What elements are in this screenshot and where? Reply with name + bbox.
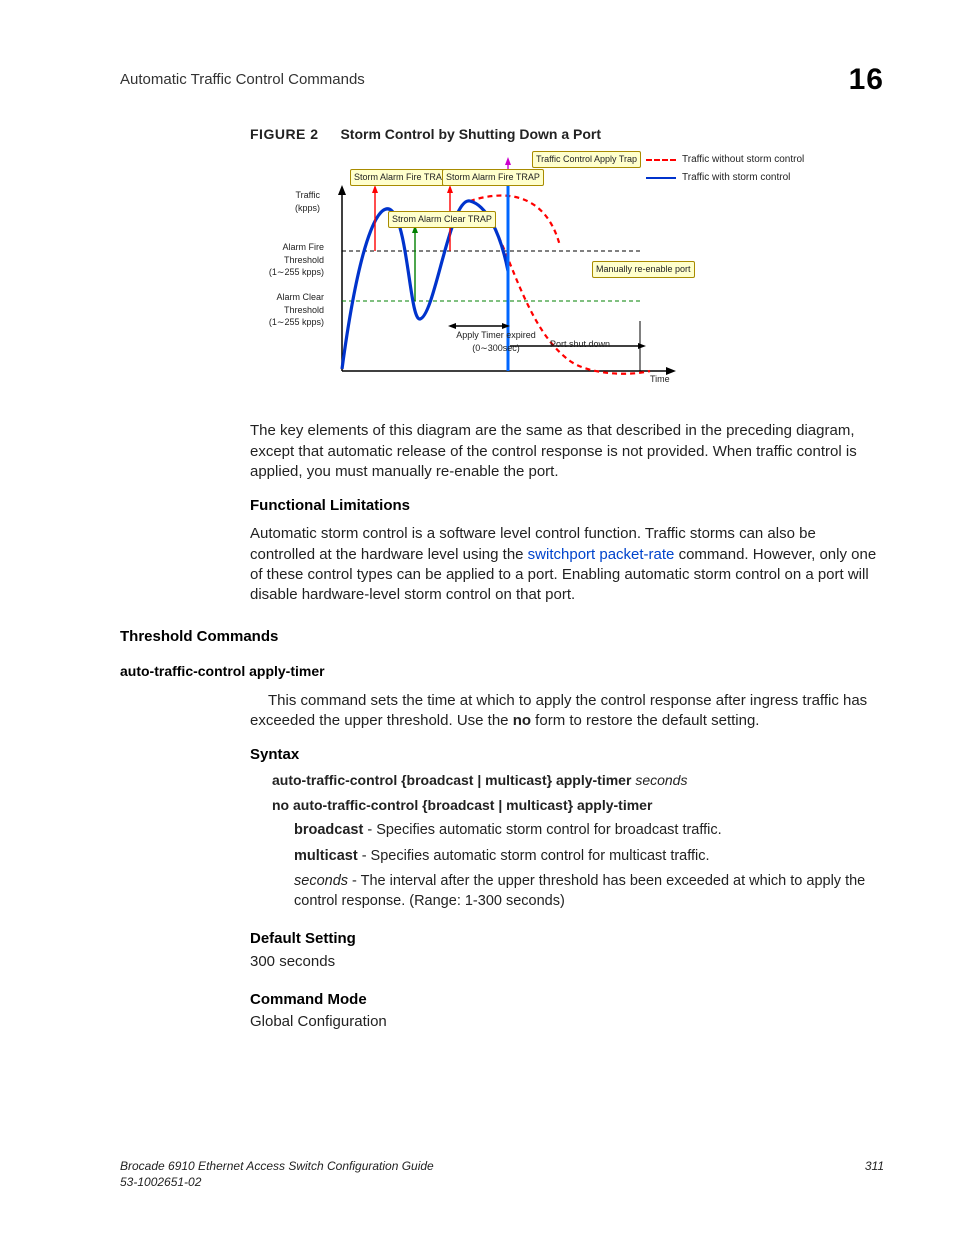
functional-limitations-text: Automatic storm control is a software le…	[250, 524, 884, 605]
param-seconds: seconds - The interval after the upper t…	[294, 872, 884, 911]
manual-reenable-box: Manually re-enable port	[592, 261, 695, 277]
syntax-line-2: no auto-traffic-control {broadcast | mul…	[272, 796, 884, 815]
storm-fire-trap-box-2: Storm Alarm Fire TRAP	[442, 169, 544, 185]
command-mode-heading: Command Mode	[250, 990, 884, 1010]
param-broadcast: broadcast - Specifies automatic storm co…	[294, 821, 884, 841]
time-axis-label: Time	[650, 373, 670, 385]
default-setting-value: 300 seconds	[250, 952, 884, 972]
section-title: Automatic Traffic Control Commands	[120, 70, 365, 90]
command-name-heading: auto-traffic-control apply-timer	[120, 662, 884, 681]
port-shutdown-label: Port shut down	[535, 338, 625, 350]
footer-doc-number: 53-1002651-02	[120, 1174, 434, 1190]
alarm-clear-threshold-label: Alarm Clear Threshold (1∼255 kpps)	[260, 291, 324, 327]
figure-title: Storm Control by Shutting Down a Port	[340, 126, 601, 142]
storm-control-diagram: Traffic (kpps) Alarm Fire Threshold (1∼2…	[290, 151, 820, 411]
chapter-number: 16	[849, 60, 884, 101]
footer-page-number: 311	[865, 1158, 884, 1190]
command-description: This command sets the time at which to a…	[250, 691, 884, 732]
footer-book-title: Brocade 6910 Ethernet Access Switch Conf…	[120, 1158, 434, 1174]
default-setting-heading: Default Setting	[250, 929, 884, 949]
syntax-heading: Syntax	[250, 745, 884, 765]
command-mode-value: Global Configuration	[250, 1012, 884, 1032]
alarm-fire-threshold-label: Alarm Fire Threshold (1∼255 kpps)	[260, 241, 324, 277]
storm-clear-trap-box: Strom Alarm Clear TRAP	[388, 211, 496, 227]
legend-without: Traffic without storm control	[682, 153, 804, 167]
storm-fire-trap-box-1: Storm Alarm Fire TRAP	[350, 169, 452, 185]
legend-with: Traffic with storm control	[682, 171, 790, 185]
y-axis-label: Traffic (kpps)	[272, 189, 320, 213]
figure-label: FIGURE 2	[250, 126, 319, 142]
functional-limitations-heading: Functional Limitations	[250, 496, 884, 516]
switchport-packet-rate-link[interactable]: switchport packet-rate	[528, 546, 675, 563]
param-multicast: multicast - Specifies automatic storm co…	[294, 847, 884, 867]
legend-line-without-icon	[646, 159, 676, 161]
page-footer: Brocade 6910 Ethernet Access Switch Conf…	[120, 1158, 884, 1190]
key-elements-paragraph: The key elements of this diagram are the…	[250, 421, 884, 482]
traffic-control-apply-box: Traffic Control Apply Trap	[532, 151, 641, 167]
apply-timer-label: Apply Timer expired (0∼300sec)	[456, 329, 536, 353]
threshold-commands-heading: Threshold Commands	[120, 627, 884, 647]
page-header: Automatic Traffic Control Commands 16	[120, 60, 884, 101]
figure-caption: FIGURE 2 Storm Control by Shutting Down …	[250, 125, 884, 144]
syntax-line-1: auto-traffic-control {broadcast | multic…	[272, 771, 884, 790]
legend-line-with-icon	[646, 177, 676, 179]
